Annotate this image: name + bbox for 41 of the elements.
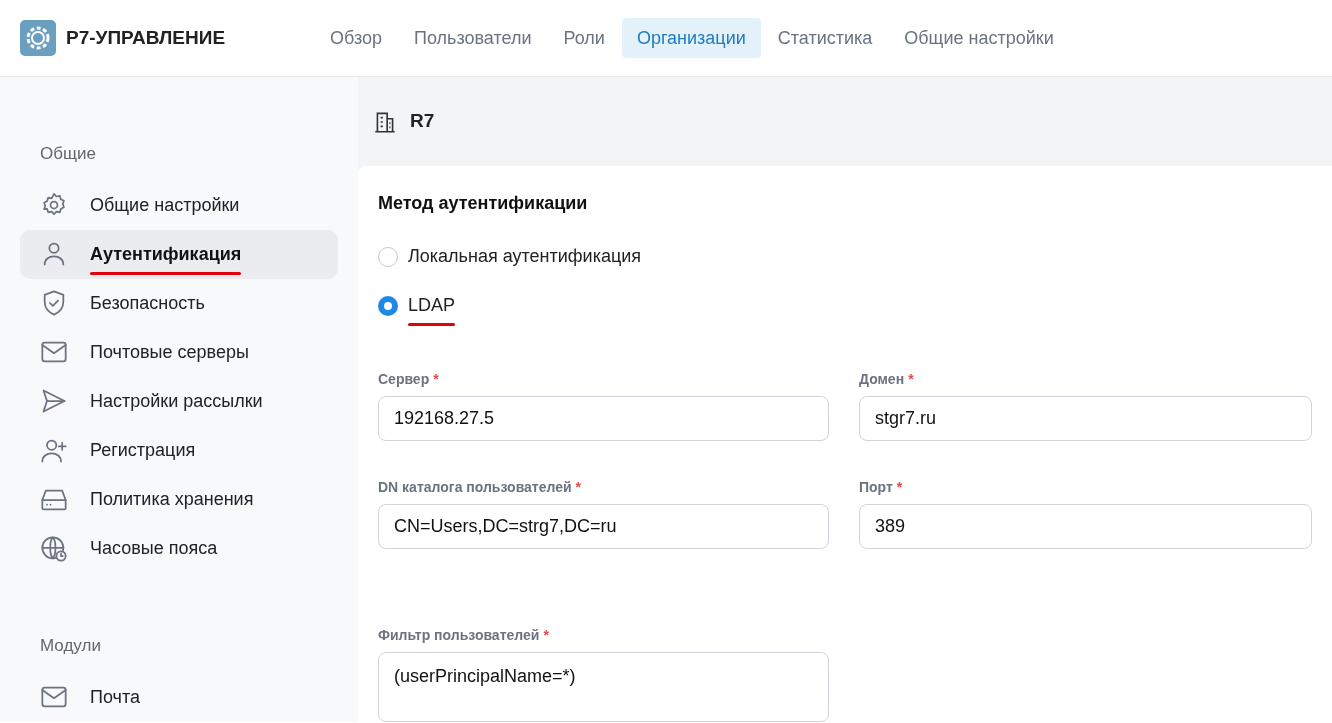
nav-tab[interactable]: Общие настройки	[889, 18, 1069, 58]
sidebar-item[interactable]: Политика хранения	[20, 475, 338, 525]
sidebar-item[interactable]: Безопасность	[20, 278, 338, 328]
input-field[interactable]: stgr7.ru	[859, 396, 1312, 441]
app-name: Р7-УПРАВЛЕНИЕ	[66, 25, 226, 50]
field-label: DN каталога пользователей	[378, 478, 572, 497]
nav-tab[interactable]: Обзор	[315, 18, 397, 58]
required-asterisk: *	[896, 478, 903, 497]
input-field[interactable]: CN=Users,DC=strg7,DC=ru	[378, 504, 829, 549]
organization-title: R7	[410, 109, 435, 134]
nav-tab[interactable]: Пользователи	[399, 18, 547, 58]
nav-tab[interactable]: Статистика	[762, 18, 888, 58]
globe-clock-icon	[40, 534, 68, 563]
radio-label: Локальная аутентификация	[408, 245, 642, 268]
text-area[interactable]: (userPrincipalName=*)	[378, 652, 829, 722]
sidebar-item[interactable]: Общие настройки	[20, 180, 338, 230]
sidebar-section-title: Общие	[39, 143, 96, 165]
required-asterisk: *	[575, 478, 582, 497]
field-label: Домен	[859, 370, 905, 389]
input-field[interactable]: 389	[859, 504, 1312, 549]
sidebar-item[interactable]: Аутентификация	[20, 229, 338, 279]
required-asterisk: *	[543, 626, 549, 645]
radio-button[interactable]	[378, 295, 398, 316]
sidebar-item[interactable]: Почтовые серверы	[20, 327, 338, 377]
required-asterisk: *	[908, 370, 914, 389]
sidebar-item[interactable]: Часовые пояса	[20, 524, 338, 574]
section-title: Метод аутентификации	[378, 192, 588, 215]
input-field[interactable]: 192168.27.5	[378, 396, 829, 441]
sidebar-section-title: Модули	[39, 635, 101, 658]
sidebar-item[interactable]: Регистрация	[20, 426, 338, 476]
gear-logo-icon	[20, 20, 56, 56]
radio-label: LDAP	[408, 292, 456, 319]
required-asterisk: *	[433, 370, 439, 389]
field-label: Фильтр пользователей	[378, 626, 540, 645]
nav-tab[interactable]: Организации	[621, 18, 761, 58]
sidebar-item[interactable]: Почта	[20, 672, 338, 722]
field-label: Порт	[859, 478, 893, 497]
sidebar-item[interactable]: Настройки рассылки	[20, 376, 338, 427]
radio-button[interactable]	[378, 246, 398, 267]
field-label: Сервер	[378, 370, 430, 389]
nav-tab[interactable]: Роли	[548, 18, 620, 58]
